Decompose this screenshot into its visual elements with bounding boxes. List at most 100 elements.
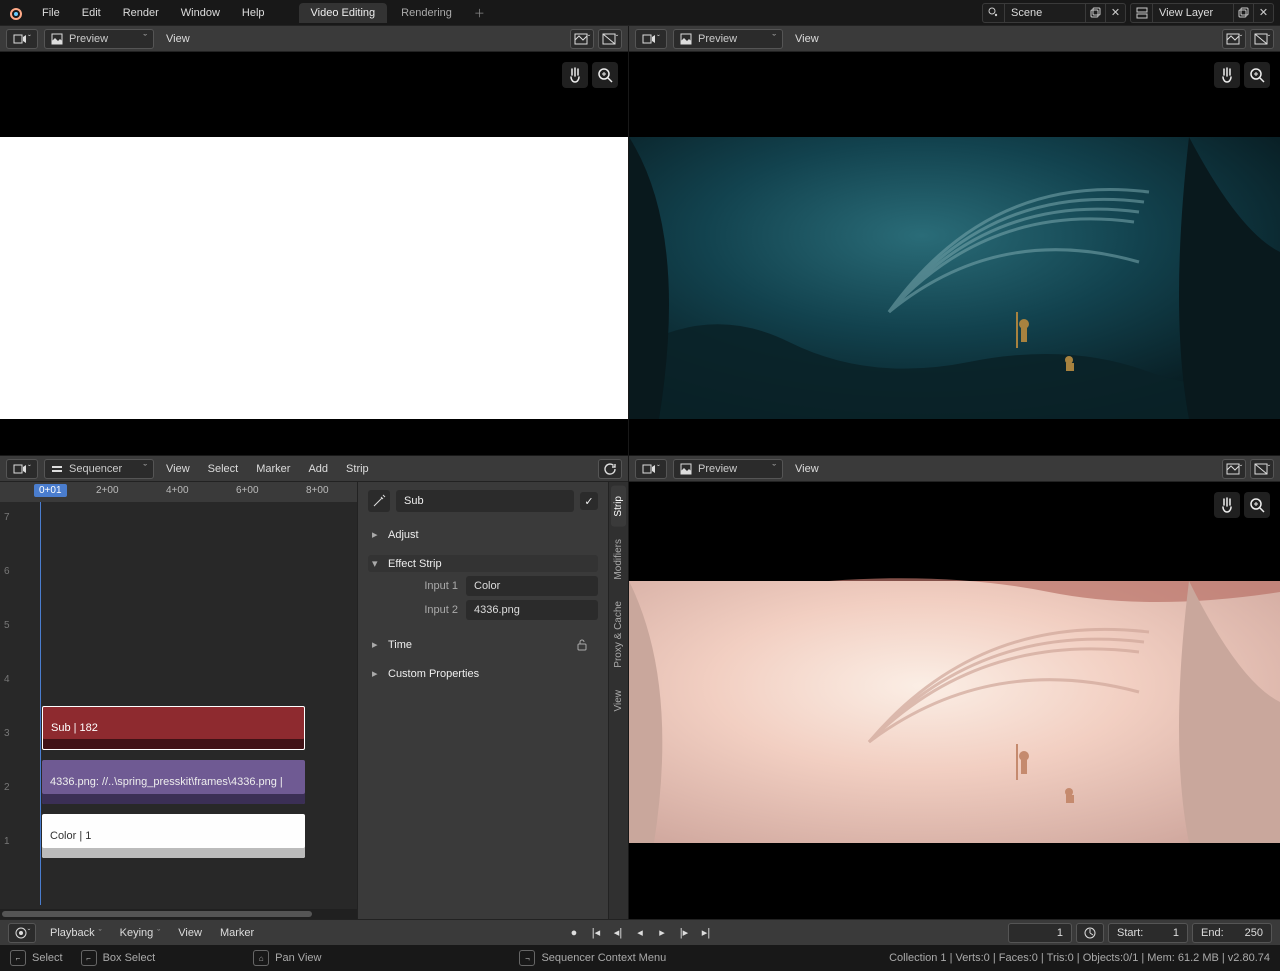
menu-file[interactable]: File — [32, 3, 70, 23]
editor-type-icon[interactable]: ˇ — [6, 459, 38, 479]
jump-prev-key-icon[interactable]: ◂| — [608, 923, 628, 943]
zoom-icon[interactable] — [592, 62, 618, 88]
preview-mode-select[interactable]: Preview ˇ — [673, 459, 783, 479]
preview-mode-select[interactable]: Preview ˇ — [673, 29, 783, 49]
channel-number: 3 — [4, 728, 10, 739]
vtab-proxy[interactable]: Proxy & Cache — [611, 591, 626, 678]
current-frame-chip[interactable]: 0+01 — [34, 484, 67, 497]
seq-menu-select[interactable]: Select — [202, 459, 245, 479]
triangle-right-icon: ▸ — [372, 528, 382, 541]
jump-end-icon[interactable]: ▸| — [696, 923, 716, 943]
zoom-icon[interactable] — [1244, 492, 1270, 518]
preview-mode-label: Preview — [69, 33, 108, 45]
seq-menu-view[interactable]: View — [160, 459, 196, 479]
input1-value[interactable]: Color — [466, 576, 598, 596]
blender-logo-icon[interactable] — [6, 4, 24, 22]
strip-image[interactable]: 4336.png: //..\spring_presskit\frames\43… — [42, 760, 305, 804]
playhead[interactable] — [40, 502, 41, 905]
input1-label: Input 1 — [408, 580, 458, 592]
channel-display-icon[interactable]: ˇ — [1222, 459, 1246, 479]
menu-view[interactable]: View — [174, 924, 206, 942]
current-frame-input[interactable]: 1 — [1008, 923, 1072, 943]
workspace-tab-rendering[interactable]: Rendering — [389, 3, 464, 23]
chevron-down-icon: ˇ — [143, 463, 147, 475]
area-preview-top-left: ˇ Preview ˇ View ˇ ˇ — [0, 26, 628, 455]
kb-hint-pan: ⌂Pan View — [253, 950, 321, 966]
lock-icon[interactable] — [576, 639, 594, 651]
sequencer-scrollbar[interactable] — [0, 909, 357, 919]
scene-icon — [983, 4, 1005, 22]
preview-view-menu[interactable]: View — [789, 29, 825, 49]
preview-canvas-tl[interactable] — [0, 52, 628, 455]
seq-menu-marker[interactable]: Marker — [250, 459, 296, 479]
menu-playback[interactable]: Playbackˇ — [46, 924, 106, 942]
workspace-tab-add-icon[interactable]: ＋ — [466, 1, 493, 25]
sequencer-mode-select[interactable]: Sequencer ˇ — [44, 459, 154, 479]
auto-keying-icon[interactable]: ˇ — [8, 923, 36, 943]
sequencer-channels[interactable]: 7 6 5 4 3 2 1 Sub | 182 4336.png: //..\s… — [0, 502, 357, 905]
menu-window[interactable]: Window — [171, 3, 230, 23]
menu-render[interactable]: Render — [113, 3, 169, 23]
play-icon[interactable]: ▸ — [652, 923, 672, 943]
scene-new-icon[interactable] — [1085, 4, 1105, 22]
overlay-toggle-icon[interactable]: ˇ — [1250, 29, 1274, 49]
preview-mode-select[interactable]: Preview ˇ — [44, 29, 154, 49]
input2-value[interactable]: 4336.png — [466, 600, 598, 620]
preview-view-menu[interactable]: View — [789, 459, 825, 479]
pan-icon[interactable] — [562, 62, 588, 88]
sequencer-mode-label: Sequencer — [69, 463, 122, 475]
viewlayer-icon — [1131, 4, 1153, 22]
panel-custom-properties[interactable]: ▸Custom Properties — [368, 659, 598, 688]
end-frame-input[interactable]: End:250 — [1192, 923, 1272, 943]
editor-type-icon[interactable]: ˇ — [6, 29, 38, 49]
vtab-view[interactable]: View — [611, 680, 626, 722]
menu-marker[interactable]: Marker — [216, 924, 258, 942]
preview-view-menu[interactable]: View — [160, 29, 196, 49]
panel-time[interactable]: ▸Time — [368, 630, 598, 659]
status-bar: ⌐Select ⌐Box Select ⌂Pan View ¬Sequencer… — [0, 945, 1280, 971]
area-sequencer: ˇ Sequencer ˇ View Select Marker Add Str… — [0, 456, 628, 919]
input2-label: Input 2 — [408, 604, 458, 616]
sequencer-timeline[interactable]: 0+01 2+00 4+00 6+00 8+00 7 6 5 4 3 2 1 S… — [0, 482, 358, 919]
sequencer-ruler[interactable]: 0+01 2+00 4+00 6+00 8+00 — [0, 482, 357, 502]
menu-help[interactable]: Help — [232, 3, 275, 23]
editor-type-icon[interactable]: ˇ — [635, 459, 667, 479]
seq-menu-strip[interactable]: Strip — [340, 459, 375, 479]
jump-start-icon[interactable]: |◂ — [586, 923, 606, 943]
preview-header-br: ˇ Preview ˇ View ˇ ˇ — [629, 456, 1280, 482]
viewlayer-delete-icon[interactable]: ✕ — [1253, 4, 1273, 22]
start-frame-input[interactable]: Start:1 — [1108, 923, 1188, 943]
scene-delete-icon[interactable]: ✕ — [1105, 4, 1125, 22]
panel-adjust[interactable]: ▸Adjust — [368, 520, 598, 549]
pan-icon[interactable] — [1214, 492, 1240, 518]
workspace-tab-video-editing[interactable]: Video Editing — [299, 3, 388, 23]
panel-effect-strip[interactable]: ▾Effect Strip Input 1 Color Input 2 4336… — [368, 549, 598, 630]
menu-keying[interactable]: Keyingˇ — [116, 924, 165, 942]
overlay-toggle-icon[interactable]: ˇ — [1250, 459, 1274, 479]
scene-selector[interactable]: Scene ✕ — [982, 3, 1126, 23]
refresh-icon[interactable] — [598, 459, 622, 479]
frame-range-icon[interactable] — [1076, 923, 1104, 943]
channel-display-icon[interactable]: ˇ — [1222, 29, 1246, 49]
preview-canvas-br[interactable] — [629, 482, 1280, 919]
mute-checkbox[interactable]: ✓ — [580, 492, 598, 510]
preview-canvas-tr[interactable] — [629, 52, 1280, 455]
overlay-toggle-icon[interactable]: ˇ — [598, 29, 622, 49]
channel-number: 6 — [4, 566, 10, 577]
vtab-strip[interactable]: Strip — [611, 486, 626, 527]
zoom-icon[interactable] — [1244, 62, 1270, 88]
channel-display-icon[interactable]: ˇ — [570, 29, 594, 49]
viewlayer-new-icon[interactable] — [1233, 4, 1253, 22]
play-reverse-icon[interactable]: ◂ — [630, 923, 650, 943]
viewlayer-selector[interactable]: View Layer ✕ — [1130, 3, 1274, 23]
strip-color[interactable]: Color | 1 — [42, 814, 305, 858]
seq-menu-add[interactable]: Add — [302, 459, 334, 479]
menu-edit[interactable]: Edit — [72, 3, 111, 23]
strip-sub[interactable]: Sub | 182 — [42, 706, 305, 750]
pan-icon[interactable] — [1214, 62, 1240, 88]
vtab-modifiers[interactable]: Modifiers — [611, 529, 626, 590]
jump-next-key-icon[interactable]: |▸ — [674, 923, 694, 943]
record-icon[interactable]: ● — [564, 923, 584, 943]
editor-type-icon[interactable]: ˇ — [635, 29, 667, 49]
strip-name-input[interactable]: Sub — [396, 490, 574, 512]
